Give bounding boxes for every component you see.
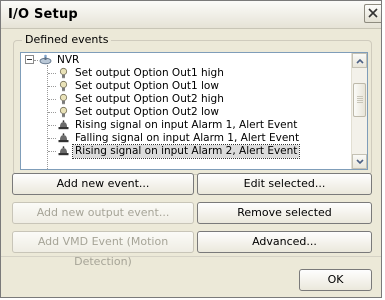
close-icon	[368, 8, 378, 18]
collapse-toggle[interactable]	[25, 55, 34, 64]
window-title: I/O Setup	[8, 7, 78, 22]
remove-selected-button[interactable]: Remove selected	[197, 202, 372, 224]
output-bulb-icon	[57, 67, 70, 80]
output-bulb-icon	[57, 93, 70, 106]
tree-guide-line	[48, 138, 56, 139]
advanced-button[interactable]: Advanced...	[197, 231, 372, 253]
tree-guide-line	[48, 151, 56, 152]
network-device-icon	[39, 54, 52, 67]
input-alarm-icon	[57, 119, 70, 132]
output-bulb-icon	[57, 80, 70, 93]
scroll-thumb[interactable]	[353, 83, 366, 117]
close-button[interactable]	[364, 4, 381, 23]
chevron-down-icon	[356, 159, 364, 165]
defined-events-group: Defined events NVR Set output Option Out…	[13, 33, 372, 175]
tree-guide-line	[48, 73, 56, 74]
tree-item-label: Set output Option Out2 low	[75, 106, 219, 118]
io-setup-dialog: I/O Setup Defined events NVR Set output …	[0, 0, 382, 298]
tree-item-label: Falling signal on input Alarm 1, Alert E…	[75, 132, 300, 144]
events-tree[interactable]: NVR Set output Option Out1 high Set outp…	[20, 52, 368, 170]
defined-events-label: Defined events	[22, 33, 112, 46]
tree-guide-line	[47, 65, 48, 169]
tree-guide-line	[48, 86, 56, 87]
add-vmd-event-button[interactable]: Add VMD Event (Motion Detection)	[12, 231, 194, 268]
tree-guide-line	[48, 112, 56, 113]
vertical-scrollbar[interactable]	[351, 53, 367, 169]
scroll-up-button[interactable]	[352, 53, 367, 68]
tree-item-label: Rising signal on input Alarm 1, Alert Ev…	[75, 119, 298, 131]
chevron-up-icon	[356, 58, 364, 64]
ok-button[interactable]: OK	[299, 269, 372, 291]
tree-guide-line	[34, 60, 38, 61]
add-new-output-event-button[interactable]: Add new output event...	[12, 202, 194, 224]
tree-item-label: Rising signal on input Alarm 2, Alert Ev…	[71, 144, 301, 159]
edit-selected-button[interactable]: Edit selected...	[197, 173, 372, 195]
tree-item-label: Set output Option Out2 high	[75, 93, 224, 105]
tree-guide-line	[48, 99, 56, 100]
tree-item-label: Set output Option Out1 low	[75, 80, 219, 92]
tree-guide-line	[48, 125, 56, 126]
tree-item-label: Set output Option Out1 high	[75, 67, 224, 79]
input-alarm-icon	[57, 132, 70, 145]
title-bar[interactable]: I/O Setup	[1, 1, 381, 29]
tree-root-label: NVR	[57, 54, 80, 66]
scroll-down-button[interactable]	[352, 154, 367, 169]
output-bulb-icon	[57, 106, 70, 119]
events-tree-content: NVR Set output Option Out1 high Set outp…	[21, 53, 352, 169]
input-alarm-icon	[57, 145, 70, 158]
add-new-event-button[interactable]: Add new event...	[12, 173, 194, 195]
divider	[1, 256, 381, 257]
